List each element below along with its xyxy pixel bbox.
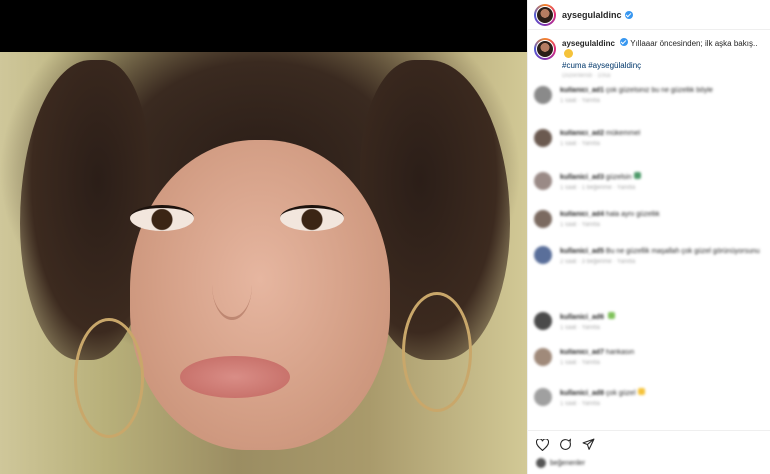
comment-username[interactable]: kullanici_ad2 bbox=[560, 130, 604, 137]
profile-avatar[interactable] bbox=[534, 3, 556, 26]
comment-message: çok güzel bbox=[605, 390, 636, 397]
emoji-icon bbox=[607, 312, 615, 319]
comment-meta[interactable]: 2 saat · 3 beğenme · Yanıtla bbox=[560, 259, 760, 265]
comment-text: kullanici_ad1 çok güzelsiniz bu ne güzel… bbox=[560, 86, 760, 95]
avatar-image bbox=[536, 5, 554, 24]
comment-meta[interactable]: 1 saat · Yanıtla bbox=[560, 401, 760, 407]
comment-message: güzelsin bbox=[605, 174, 632, 181]
comment-username[interactable]: kullanici_ad3 bbox=[560, 174, 604, 181]
comment-username[interactable]: kullanici_ad4 bbox=[560, 211, 604, 218]
comment-message: çok güzelsiniz bu ne güzellik böyle bbox=[605, 87, 713, 94]
comment-text: kullanici_ad7 harikasın bbox=[560, 348, 760, 357]
verified-badge-icon bbox=[624, 10, 633, 19]
comment-avatar[interactable] bbox=[534, 86, 552, 104]
comment-meta[interactable]: 1 saat · Yanıtla bbox=[560, 360, 760, 366]
smiling-face-emoji-icon bbox=[564, 49, 573, 58]
comment-body: kullanici_ad5 Bu ne güzellik maşallah ço… bbox=[560, 246, 760, 276]
comment-item: kullanici_ad3 güzelsin 1 saat · 1 beğenme… bbox=[534, 172, 766, 202]
comment-text: kullanici_ad2 mükemmel bbox=[560, 129, 760, 138]
comment-body: kullanici_ad3 güzelsin 1 saat · 1 beğenme… bbox=[560, 172, 760, 202]
post-sidebar: aysegulaldinc aysegulaldinc Yıllaaar önc… bbox=[527, 0, 770, 474]
comment-meta[interactable]: 1 saat · Yanıtla bbox=[560, 141, 760, 147]
comment-message: mükemmel bbox=[605, 130, 641, 137]
comment-message: hala aynı güzellik bbox=[605, 211, 660, 218]
emoji-icon bbox=[633, 172, 641, 179]
action-bar: beğenenler bbox=[528, 430, 770, 474]
comment-avatar[interactable] bbox=[534, 172, 552, 190]
comment-text: kullanici_ad5 Bu ne güzellik maşallah ço… bbox=[560, 246, 760, 256]
comment-username[interactable]: kullanici_ad5 bbox=[560, 248, 604, 255]
photo-nose bbox=[212, 250, 252, 320]
caption-text: aysegulaldinc Yıllaaar öncesinden; ilk a… bbox=[562, 38, 762, 71]
comment-message: Bu ne güzellik maşallah çok güzel görünü… bbox=[605, 248, 760, 255]
likes-row[interactable]: beğenenler bbox=[528, 458, 770, 468]
comment-username[interactable]: kullanici_ad1 bbox=[560, 87, 604, 94]
emoji-icon bbox=[637, 388, 645, 395]
comment-username[interactable]: kullanici_ad7 bbox=[560, 349, 604, 356]
caption-block: aysegulaldinc Yıllaaar öncesinden; ilk a… bbox=[528, 30, 770, 75]
liker-avatar bbox=[536, 458, 546, 468]
comment-item: kullanici_ad1 çok güzelsiniz bu ne güzel… bbox=[534, 86, 766, 116]
comment-text: kullanici_ad6 bbox=[560, 312, 760, 322]
comment-icon[interactable] bbox=[559, 438, 572, 451]
comment-item: kullanici_ad4 hala aynı güzellik 1 saat ·… bbox=[534, 210, 766, 240]
comment-avatar[interactable] bbox=[534, 388, 552, 406]
caption-body: Yıllaaar öncesinden; ilk aşka bakış.. bbox=[630, 39, 758, 48]
caption-hashtags[interactable]: #cuma #aysegülaldinç bbox=[562, 61, 641, 70]
comment-avatar[interactable] bbox=[534, 348, 552, 366]
comment-meta[interactable]: 1 saat · Yanıtla bbox=[560, 98, 760, 104]
comment-item: kullanici_ad5 Bu ne güzellik maşallah ço… bbox=[534, 246, 766, 276]
comment-body: kullanici_ad1 çok güzelsiniz bu ne güzel… bbox=[560, 86, 760, 116]
comment-item: kullanici_ad6 1 saat · Yanıtla bbox=[534, 312, 766, 342]
comment-message: harikasın bbox=[605, 349, 635, 356]
post-photo-pane[interactable] bbox=[0, 0, 527, 474]
comment-avatar[interactable] bbox=[534, 312, 552, 330]
comment-username[interactable]: kullanici_ad8 bbox=[560, 390, 604, 397]
post-header: aysegulaldinc bbox=[528, 0, 770, 30]
comment-item: kullanici_ad7 harikasın 1 saat · Yanıtla bbox=[534, 348, 766, 378]
comment-text: kullanici_ad4 hala aynı güzellik bbox=[560, 210, 760, 219]
comment-text: kullanici_ad3 güzelsin bbox=[560, 172, 760, 182]
photo-lips bbox=[180, 356, 290, 398]
caption-username[interactable]: aysegulaldinc bbox=[562, 39, 615, 48]
header-username[interactable]: aysegulaldinc bbox=[562, 10, 622, 20]
comment-body: kullanici_ad4 hala aynı güzellik 1 saat ·… bbox=[560, 210, 760, 240]
share-icon[interactable] bbox=[582, 438, 595, 451]
comment-meta[interactable]: 1 saat · Yanıtla bbox=[560, 325, 760, 331]
verified-badge-icon bbox=[620, 38, 629, 46]
caption-meta: Düzenlendi · 10sa bbox=[562, 73, 611, 79]
comment-body: kullanici_ad8 çok güzel 1 saat · Yanıtla bbox=[560, 388, 760, 418]
photo-earring-left bbox=[74, 318, 144, 438]
comment-meta[interactable]: 1 saat · Yanıtla bbox=[560, 222, 760, 228]
comment-avatar[interactable] bbox=[534, 246, 552, 264]
comment-body: kullanici_ad2 mükemmel 1 saat · Yanıtla bbox=[560, 129, 760, 159]
photo-eye-left bbox=[130, 205, 194, 231]
comment-avatar[interactable] bbox=[534, 129, 552, 147]
comment-meta[interactable]: 1 saat · 1 beğenme · Yanıtla bbox=[560, 185, 760, 191]
comment-item: kullanici_ad2 mükemmel 1 saat · Yanıtla bbox=[534, 129, 766, 159]
heart-icon[interactable] bbox=[536, 438, 549, 451]
comment-avatar[interactable] bbox=[534, 210, 552, 228]
comment-body: kullanici_ad6 1 saat · Yanıtla bbox=[560, 312, 760, 342]
photo-face bbox=[130, 140, 390, 450]
photo-earring-right bbox=[402, 292, 472, 412]
avatar-image bbox=[536, 40, 554, 58]
comment-body: kullanici_ad7 harikasın 1 saat · Yanıtla bbox=[560, 348, 760, 378]
photo-eye-right bbox=[280, 205, 344, 231]
comment-username[interactable]: kullanici_ad6 bbox=[560, 314, 604, 321]
caption-avatar[interactable] bbox=[534, 38, 556, 60]
likes-text: beğenenler bbox=[550, 459, 586, 467]
comment-text: kullanici_ad8 çok güzel bbox=[560, 388, 760, 398]
comment-item: kullanici_ad8 çok güzel 1 saat · Yanıtla bbox=[534, 388, 766, 418]
